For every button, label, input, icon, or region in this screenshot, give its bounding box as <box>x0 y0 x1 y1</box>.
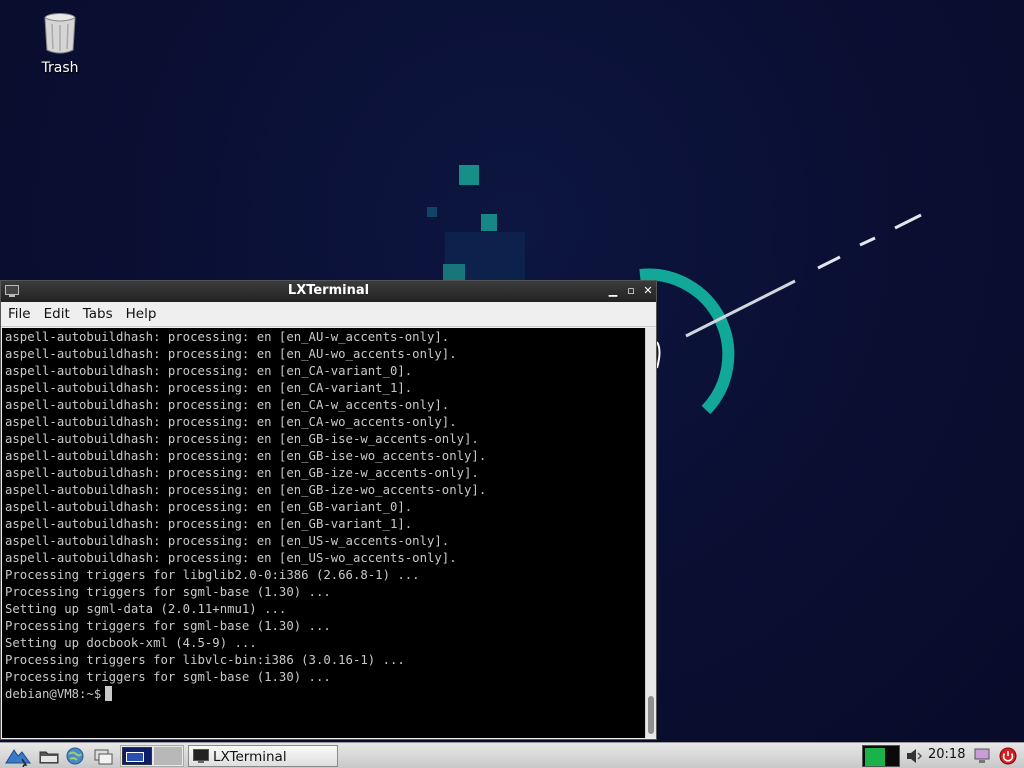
close-icon[interactable]: ✕ <box>641 283 655 299</box>
terminal-line: Processing triggers for libvlc-bin:i386 … <box>5 653 405 667</box>
terminal-line: aspell-autobuildhash: processing: en [en… <box>5 364 413 378</box>
terminal-line: Processing triggers for sgml-base (1.30)… <box>5 670 331 684</box>
menu-edit[interactable]: Edit <box>37 302 76 322</box>
terminal-line: aspell-autobuildhash: processing: en [en… <box>5 466 479 480</box>
taskbar-item-lxterminal[interactable]: LXTerminal <box>188 745 338 767</box>
shell-prompt: debian@VM8:~$ <box>5 687 102 701</box>
trash-icon <box>44 13 76 54</box>
terminal-line: aspell-autobuildhash: processing: en [en… <box>5 432 479 446</box>
clock[interactable]: 20:18 <box>928 747 965 762</box>
terminal-line: aspell-autobuildhash: processing: en [en… <box>5 381 413 395</box>
window-title: LXTerminal <box>287 283 370 298</box>
terminal-line: aspell-autobuildhash: processing: en [en… <box>5 398 450 412</box>
terminal-window[interactable]: LXTerminal ▁ ▫ ✕ File Edit Tabs Help aspell… <box>0 280 657 740</box>
workspace-pager-icon[interactable] <box>122 747 152 765</box>
terminal-line: aspell-autobuildhash: processing: en [en… <box>5 415 457 429</box>
window-titlebar[interactable]: LXTerminal ▁ ▫ ✕ <box>1 281 656 302</box>
maximize-icon[interactable]: ▫ <box>624 283 638 299</box>
terminal-icon <box>193 749 209 763</box>
terminal-prompt-line[interactable]: debian@VM8:~$ <box>5 686 645 703</box>
terminal-line: aspell-autobuildhash: processing: en [en… <box>5 534 450 548</box>
text-cursor <box>105 686 113 701</box>
terminal-line: Setting up sgml-data (2.0.11+nmu1) ... <box>5 602 287 616</box>
terminal-line: aspell-autobuildhash: processing: en [en… <box>5 449 487 463</box>
vertical-scrollbar[interactable] <box>645 328 656 738</box>
workspace-pager[interactable] <box>120 745 184 767</box>
network-monitor-icon[interactable] <box>862 745 900 767</box>
terminal-line: Setting up docbook-xml (4.5-9) ... <box>5 636 257 650</box>
terminal-line: Processing triggers for libglib2.0-0:i38… <box>5 568 420 582</box>
power-icon[interactable] <box>998 746 1018 766</box>
menu-file[interactable]: File <box>1 302 37 322</box>
desktop-icon-trash[interactable]: Trash <box>28 12 92 76</box>
minimize-icon[interactable]: ▁ <box>606 283 620 299</box>
terminal-line: aspell-autobuildhash: processing: en [en… <box>5 483 487 497</box>
terminal-line: aspell-autobuildhash: processing: en [en… <box>5 330 450 344</box>
menubar: File Edit Tabs Help <box>1 302 656 327</box>
menu-icon[interactable] <box>2 745 34 767</box>
desktop-icon-label: Trash <box>41 60 79 76</box>
taskbar: LXTerminal 20:18 <box>0 742 1024 768</box>
terminal-output[interactable]: aspell-autobuildhash: processing: en [en… <box>2 328 645 738</box>
terminal-line: aspell-autobuildhash: processing: en [en… <box>5 500 413 514</box>
terminal-line: aspell-autobuildhash: processing: en [en… <box>5 517 413 531</box>
volume-icon[interactable] <box>904 746 926 766</box>
scrollbar-thumb[interactable] <box>648 696 654 734</box>
terminal-line: Processing triggers for sgml-base (1.30)… <box>5 619 331 633</box>
menu-help[interactable]: Help <box>119 302 163 322</box>
terminal-line: Processing triggers for sgml-base (1.30)… <box>5 585 331 599</box>
terminal-line: aspell-autobuildhash: processing: en [en… <box>5 347 457 361</box>
menu-tabs[interactable]: Tabs <box>76 302 119 322</box>
file-manager-icon[interactable] <box>38 745 60 767</box>
lock-screen-icon[interactable] <box>972 746 992 766</box>
terminal-line: aspell-autobuildhash: processing: en [en… <box>5 551 457 565</box>
taskbar-item-label: LXTerminal <box>213 749 287 765</box>
show-desktop-icon[interactable] <box>92 745 116 767</box>
workspace-2[interactable] <box>154 747 182 765</box>
web-browser-icon[interactable] <box>64 745 86 767</box>
